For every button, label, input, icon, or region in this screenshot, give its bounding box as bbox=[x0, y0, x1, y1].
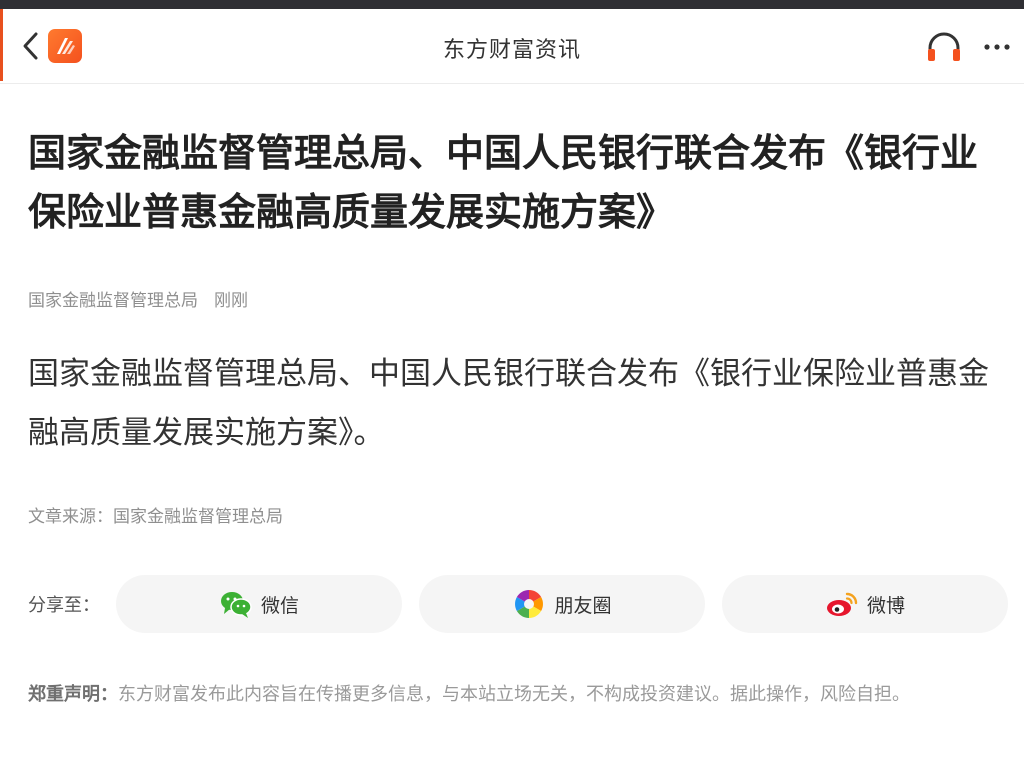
accent-edge bbox=[0, 9, 3, 81]
disclaimer: 郑重声明：东方财富发布此内容旨在传播更多信息，与本站立场无关，不构成投资建议。据… bbox=[28, 677, 1003, 712]
article-author[interactable]: 国家金融监督管理总局 bbox=[28, 291, 198, 311]
source-label: 文章来源： bbox=[28, 507, 113, 527]
weibo-icon bbox=[826, 592, 858, 616]
article-source: 文章来源：国家金融监督管理总局 bbox=[28, 502, 283, 527]
share-moments-button[interactable]: 朋友圈 bbox=[419, 575, 705, 633]
article-body: 国家金融监督管理总局、中国人民银行联合发布《银行业保险业普惠金融高质量发展实施方… bbox=[28, 356, 989, 451]
status-bar bbox=[0, 0, 1024, 9]
article-meta: 国家金融监督管理总局 刚刚 bbox=[28, 286, 248, 311]
article-time: 刚刚 bbox=[214, 291, 248, 311]
more-dots-icon bbox=[984, 44, 1010, 50]
share-weibo-label: 微博 bbox=[866, 594, 905, 617]
more-options-button[interactable] bbox=[982, 35, 1012, 59]
article-page: 东方财富资讯 国家金融监督管理总局、中国人民银行联合发布《银行业保险业普惠金融高… bbox=[0, 0, 1024, 778]
wechat-icon bbox=[220, 592, 252, 618]
disclaimer-text: 东方财富发布此内容旨在传播更多信息，与本站立场无关，不构成投资建议。据此操作，风… bbox=[118, 684, 910, 705]
share-label: 分享至： bbox=[28, 595, 100, 616]
share-wechat-label: 微信 bbox=[260, 594, 299, 617]
share-wechat-button[interactable]: 微信 bbox=[116, 575, 402, 633]
article-title: 国家金融监督管理总局、中国人民银行联合发布《银行业保险业普惠金融高质量发展实施方… bbox=[28, 131, 979, 234]
top-nav-bar: 东方财富资讯 bbox=[0, 9, 1024, 84]
headphones-icon bbox=[928, 32, 960, 61]
audio-button[interactable] bbox=[924, 29, 964, 65]
source-value: 国家金融监督管理总局 bbox=[113, 507, 283, 527]
moments-icon bbox=[515, 590, 544, 618]
page-title: 东方财富资讯 bbox=[442, 38, 581, 63]
share-moments-label: 朋友圈 bbox=[554, 594, 612, 617]
share-weibo-button[interactable]: 微博 bbox=[722, 575, 1008, 633]
disclaimer-label: 郑重声明： bbox=[28, 684, 118, 705]
